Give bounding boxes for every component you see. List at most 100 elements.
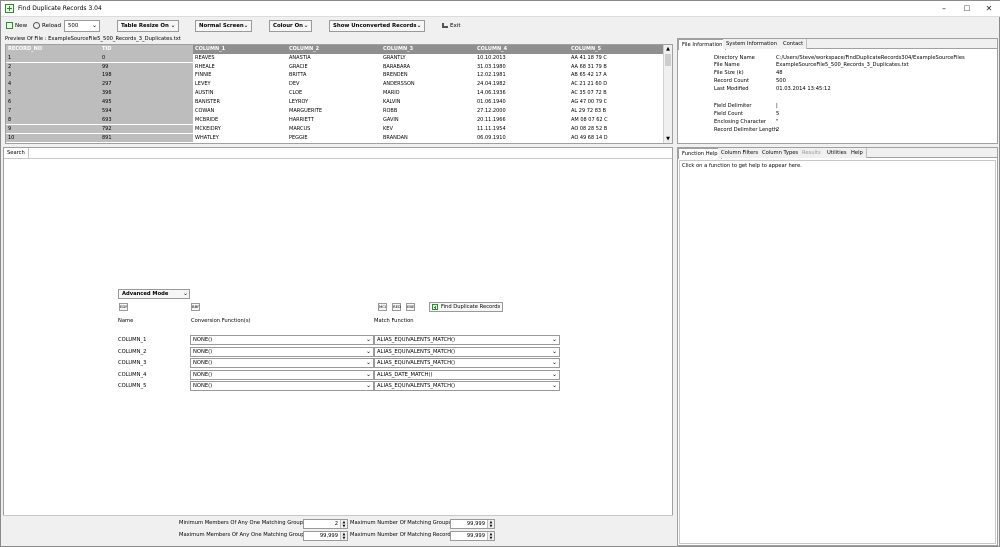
table-cell: CLOE xyxy=(289,90,303,97)
name-options-button[interactable]: EDF xyxy=(119,303,128,311)
max-groups-value: 99,999 xyxy=(466,521,485,527)
match-function-select[interactable]: ALIAS_EQUIVALENTS_MATCH() ⌄ xyxy=(374,346,560,357)
column-name-label: COLUMN_5 xyxy=(118,383,147,390)
max-members-spinner[interactable]: 99,999 ▲ ▼ xyxy=(303,531,348,541)
table-row[interactable]: 1 0 REAVES ANASTIA GRANTLY 10.10.2013 AA 41 18… xyxy=(6,53,664,63)
tab-function-help[interactable]: Function Help xyxy=(678,148,722,159)
match-function-select[interactable]: ALIAS_DATE_MATCH() ⌄ xyxy=(374,369,560,380)
show-unconverted-toggle[interactable]: Show Unconverted Records ⌄ xyxy=(329,20,425,32)
table-cell: AA 68 31 79 B xyxy=(571,63,607,70)
tab-file-information[interactable]: File Information xyxy=(678,39,727,50)
spinner-arrows-icon[interactable]: ▲ ▼ xyxy=(340,520,347,528)
column-name-label: COLUMN_3 xyxy=(118,360,147,367)
table-cell: 99 xyxy=(100,62,193,72)
table-cell: RECORD_NO xyxy=(6,45,100,54)
table-cell: WHATLEY xyxy=(195,134,219,141)
chevron-down-icon: ⌄ xyxy=(365,359,371,367)
max-groups-label: Maximum Number Of Matching Groups xyxy=(350,520,452,526)
tab-help[interactable]: Help xyxy=(848,148,867,158)
table-row[interactable]: 2 99 RHEALE GRACIE BARABARA 31.03.1980 AA 68 3… xyxy=(6,62,664,72)
table-row[interactable]: 10 891 WHATLEY PEGGIE BRANDAN 06.09.1910 AO 49… xyxy=(6,133,664,143)
preview-scrollbar[interactable]: ▲ ▼ xyxy=(663,45,672,143)
match-function-select[interactable]: ALIAS_EQUIVALENTS_MATCH() ⌄ xyxy=(374,381,560,392)
spinner-arrows-icon[interactable]: ▲ ▼ xyxy=(487,532,494,540)
reload-count-select[interactable]: 500 ⌄ xyxy=(64,20,100,32)
search-mode-select[interactable]: Advanced Mode ⌄ xyxy=(118,289,190,299)
preview-table[interactable]: RECORD_NO TID COLUMN_1 COLUMN_2 COLUMN_3 COLU… xyxy=(5,44,673,144)
spinner-arrows-icon[interactable]: ▲ ▼ xyxy=(340,532,347,540)
match-options-button-1[interactable]: MCI xyxy=(378,303,387,311)
max-records-spinner[interactable]: 99,999 ▲ ▼ xyxy=(450,531,495,541)
match-options-button-3[interactable]: EBE xyxy=(406,303,415,311)
match-function-select[interactable]: ALIAS_EQUIVALENTS_MATCH() ⌄ xyxy=(374,335,560,345)
conversion-function-select[interactable]: NONE() ⌄ xyxy=(190,358,374,369)
minimize-icon[interactable]: – xyxy=(933,2,955,15)
table-row[interactable]: 5 396 AUSTIN CLOE MARIO 14.06.1936 AC 35 07 72… xyxy=(6,89,664,98)
reload-button[interactable]: Reload xyxy=(33,20,61,32)
conversion-function-select[interactable]: NONE() ⌄ xyxy=(190,381,374,392)
chevron-down-icon: ⌄ xyxy=(365,382,371,390)
chevron-down-icon: ⌄ xyxy=(182,290,188,297)
info-label: Field Count xyxy=(714,111,744,117)
table-header-row[interactable]: RECORD_NO TID COLUMN_1 COLUMN_2 COLUMN_3 COLU… xyxy=(6,45,664,54)
table-cell: 06.09.1910 xyxy=(477,134,506,141)
colour-toggle[interactable]: Colour On ⌄ xyxy=(269,20,312,32)
reload-icon xyxy=(33,22,40,29)
info-label: Enclosing Character xyxy=(714,119,767,125)
match-options-button-2[interactable]: RED xyxy=(392,303,401,311)
table-row[interactable]: 3 198 FINNIE BRITTA BRENDEN 12.02.1981 AB 65 4… xyxy=(6,71,664,80)
spinner-arrows-icon[interactable]: ▲ ▼ xyxy=(487,520,494,528)
min-members-spinner[interactable]: 2 ▲ ▼ xyxy=(303,519,348,529)
table-cell: HARRIETT xyxy=(289,116,314,123)
table-row[interactable]: 7 594 COWAN MARGUERITE ROBB 27.12.2000 AL 29 7… xyxy=(6,107,664,116)
maximize-icon[interactable]: □ xyxy=(956,2,978,15)
scroll-down-icon[interactable]: ▼ xyxy=(664,135,672,143)
tab-search[interactable]: Search xyxy=(4,148,29,158)
tab-column-filters[interactable]: Column Filters xyxy=(718,148,763,158)
conversion-options-button[interactable]: BBF xyxy=(191,303,200,311)
table-row[interactable]: 4 297 LEVEY DEV ANDERSSON 24.04.1982 AC 21 21 … xyxy=(6,80,664,89)
table-cell: FINNIE xyxy=(195,72,212,79)
table-resize-toggle[interactable]: Table Resize On ⌄ xyxy=(117,20,179,32)
close-icon[interactable]: ✕ xyxy=(978,2,1000,15)
table-cell: DEV xyxy=(289,81,300,88)
table-row[interactable]: 9 792 MCKEIDRY MARCUS KEV 11.11.1954 AO 08 28 … xyxy=(6,124,664,134)
table-row[interactable]: 6 495 BANISTER LEYROY KALVIN 01.06.1940 AG 47 … xyxy=(6,98,664,107)
tab-column-types[interactable]: Column Types xyxy=(759,148,803,158)
new-label: New xyxy=(15,23,28,29)
table-cell: 7 xyxy=(6,107,100,116)
chevron-down-icon: ⌄ xyxy=(243,22,249,29)
table-resize-label: Table Resize On xyxy=(121,23,169,29)
conversion-function-select-value: NONE() xyxy=(193,383,213,390)
info-label: Field Delimiter xyxy=(714,103,752,109)
table-cell: MARIO xyxy=(383,90,400,97)
conversion-function-select[interactable]: NONE() ⌄ xyxy=(190,346,374,357)
conversion-function-select[interactable]: NONE() ⌄ xyxy=(190,335,374,345)
info-value: C:/Users/Steve/workspace/FindDuplicateRe… xyxy=(776,55,965,61)
scroll-up-icon[interactable]: ▲ xyxy=(664,45,672,53)
table-cell: 27.12.2000 xyxy=(477,108,506,114)
new-button[interactable]: New xyxy=(6,20,27,32)
min-members-label: Minimum Members Of Any One Matching Grou… xyxy=(179,520,303,526)
search-panel: Search Advanced Mode ⌄ EDF BBF MCI RED E… xyxy=(3,147,673,546)
table-cell: AUSTIN xyxy=(195,90,214,97)
table-row[interactable]: 8 693 MCBRIDE HARRIETT GAVIN 20.11.1966 AM 08 … xyxy=(6,115,664,125)
scroll-thumb[interactable] xyxy=(665,54,671,66)
screen-mode-toggle[interactable]: Normal Screen ⌄ xyxy=(195,20,252,32)
table-cell: GAVIN xyxy=(383,116,399,123)
exit-button[interactable]: Exit xyxy=(442,20,461,32)
find-duplicates-button[interactable]: Find Duplicate Records xyxy=(429,302,503,312)
table-cell: KALVIN xyxy=(383,99,401,106)
tab-contact[interactable]: Contact xyxy=(780,39,808,49)
search-mode-value: Advanced Mode xyxy=(122,291,169,297)
table-cell: COLUMN_5 xyxy=(571,46,602,52)
match-function-select[interactable]: ALIAS_EQUIVALENTS_MATCH() ⌄ xyxy=(374,358,560,369)
limits-panel: Minimum Members Of Any One Matching Grou… xyxy=(3,515,673,546)
chevron-down-icon: ⌄ xyxy=(365,336,371,343)
max-groups-spinner[interactable]: 99,999 ▲ ▼ xyxy=(450,519,495,529)
tab-utilities[interactable]: Utilities xyxy=(824,148,851,158)
max-members-value: 99,999 xyxy=(319,533,338,539)
tab-system-information[interactable]: System Information xyxy=(723,39,782,49)
file-info-tabstrip: File Information System Information Cont… xyxy=(678,39,997,50)
conversion-function-select[interactable]: NONE() ⌄ xyxy=(190,369,374,380)
